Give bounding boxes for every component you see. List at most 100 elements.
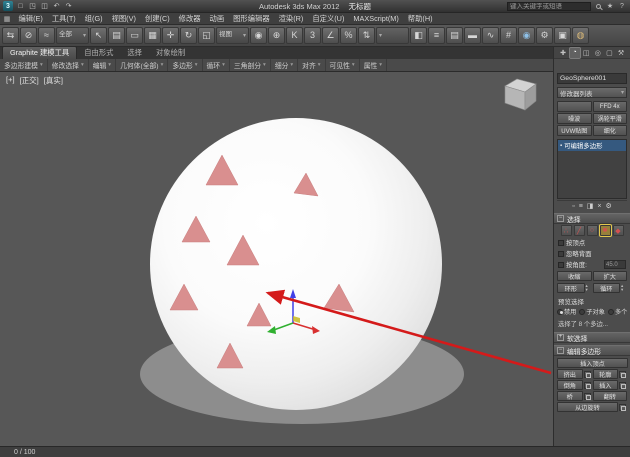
- select-and-manipulate-icon[interactable]: ⊕: [268, 27, 285, 44]
- vertex-subobject-icon[interactable]: ∴: [561, 225, 572, 236]
- render-setup-icon[interactable]: ⚙: [536, 27, 553, 44]
- viewport-general-menu[interactable]: [+]: [6, 75, 15, 86]
- motion-tab-icon[interactable]: ◎: [593, 48, 603, 58]
- unlink-selection-icon[interactable]: ⊘: [20, 27, 37, 44]
- ribbon-panel-title[interactable]: 修改选择: [48, 59, 89, 71]
- polygon-subobject-icon[interactable]: ■: [600, 225, 611, 236]
- snap-toggle-3d-icon[interactable]: 3: [304, 27, 321, 44]
- ring-spinner[interactable]: ▴▾: [586, 284, 592, 292]
- select-by-name-icon[interactable]: ▤: [108, 27, 125, 44]
- modifier-button-uvw-map[interactable]: UVW贴图: [557, 125, 592, 136]
- angle-value-field[interactable]: 45.0: [604, 260, 626, 269]
- material-editor-icon[interactable]: ◉: [518, 27, 535, 44]
- hinge-from-edge-button[interactable]: 从边旋转: [557, 402, 618, 412]
- pin-stack-icon[interactable]: ▫: [572, 203, 574, 210]
- inset-button[interactable]: 插入: [593, 380, 619, 390]
- rendered-frame-window-icon[interactable]: ▣: [554, 27, 571, 44]
- menu-item[interactable]: 图形编辑器: [229, 13, 274, 24]
- make-unique-icon[interactable]: ◨: [587, 203, 594, 210]
- layer-manager-icon[interactable]: ▤: [446, 27, 463, 44]
- by-angle-checkbox[interactable]: 按角度:: [554, 259, 591, 270]
- menu-item[interactable]: 组(G): [80, 13, 107, 24]
- modifier-button-ffd4x[interactable]: FFD 4x: [593, 101, 628, 112]
- ribbon-tab[interactable]: 对象绘制: [149, 47, 192, 59]
- select-object-icon[interactable]: ↖: [90, 27, 107, 44]
- stack-item-editable-poly[interactable]: ▪ 可编辑多边形: [558, 140, 626, 151]
- element-subobject-icon[interactable]: ◆: [613, 225, 624, 236]
- favorites-star-icon[interactable]: ★: [605, 1, 615, 11]
- curve-editor-icon[interactable]: ∿: [482, 27, 499, 44]
- keyboard-shortcut-override-icon[interactable]: K: [286, 27, 303, 44]
- schematic-view-icon[interactable]: #: [500, 27, 517, 44]
- modifier-button-noise[interactable]: 噪波: [557, 113, 592, 124]
- inset-settings-icon[interactable]: [619, 382, 626, 389]
- border-subobject-icon[interactable]: ○: [587, 225, 598, 236]
- angle-snap-icon[interactable]: ∠: [322, 27, 339, 44]
- extrude-settings-icon[interactable]: [584, 371, 591, 378]
- edge-subobject-icon[interactable]: ╱: [574, 225, 585, 236]
- search-input[interactable]: [507, 2, 591, 11]
- remove-modifier-icon[interactable]: ×: [597, 203, 601, 210]
- select-and-move-icon[interactable]: ✛: [162, 27, 179, 44]
- ribbon-panel-title[interactable]: 对齐: [298, 59, 325, 71]
- outline-settings-icon[interactable]: [619, 371, 626, 378]
- ribbon-panel-title[interactable]: 可见性: [326, 59, 360, 71]
- preview-disable-radio[interactable]: 禁用: [557, 307, 576, 316]
- ribbon-tab[interactable]: 自由形式: [77, 47, 120, 59]
- hinge-settings-icon[interactable]: [619, 404, 626, 411]
- ribbon-panel-title[interactable]: 三角剖分: [230, 59, 271, 71]
- shrink-button[interactable]: 收缩: [557, 271, 592, 281]
- extrude-button[interactable]: 挤出: [557, 369, 583, 379]
- search-icon[interactable]: [593, 1, 603, 11]
- open-file-icon[interactable]: ◳: [27, 1, 38, 12]
- undo-icon[interactable]: ↶: [51, 1, 62, 12]
- redo-icon[interactable]: ↷: [63, 1, 74, 12]
- grow-button[interactable]: 扩大: [593, 271, 628, 281]
- viewport[interactable]: [+] [正交] [真实]: [0, 72, 553, 446]
- bind-to-space-warp-icon[interactable]: ≈: [38, 27, 55, 44]
- ribbon-panel-title[interactable]: 编辑: [89, 59, 116, 71]
- select-and-scale-icon[interactable]: ◱: [198, 27, 215, 44]
- select-and-link-icon[interactable]: ⇆: [2, 27, 19, 44]
- mirror-icon[interactable]: ◧: [410, 27, 427, 44]
- align-icon[interactable]: ≡: [428, 27, 445, 44]
- viewcube-icon[interactable]: [505, 79, 536, 110]
- flip-button[interactable]: 翻转: [593, 391, 628, 401]
- ribbon-panel-title[interactable]: 属性: [360, 59, 387, 71]
- ribbon-panel-title[interactable]: 多边形: [168, 59, 202, 71]
- loop-button[interactable]: 循环: [593, 283, 621, 293]
- display-tab-icon[interactable]: ▢: [604, 48, 614, 58]
- spinner-snap-icon[interactable]: ⇅: [358, 27, 375, 44]
- rollout-selection-header[interactable]: − 选择: [554, 213, 630, 224]
- menu-item[interactable]: 帮助(H): [403, 13, 437, 24]
- menu-item[interactable]: 视图(V): [107, 13, 140, 24]
- ribbon-panel-title[interactable]: 几何体(全部): [116, 59, 168, 71]
- modifier-button-tessellate[interactable]: 细化: [593, 125, 628, 136]
- ignore-backfacing-checkbox[interactable]: 忽略背面: [554, 248, 630, 259]
- hierarchy-tab-icon[interactable]: ◫: [581, 48, 591, 58]
- bevel-button[interactable]: 倒角: [557, 380, 583, 390]
- bevel-settings-icon[interactable]: [584, 382, 591, 389]
- selection-filter-dropdown[interactable]: 全部: [56, 27, 89, 44]
- utilities-tab-icon[interactable]: ⚒: [616, 48, 626, 58]
- insert-vertex-button[interactable]: 插入顶点: [557, 358, 628, 368]
- configure-modifier-sets-icon[interactable]: ⚙: [606, 203, 612, 210]
- menu-item[interactable]: 创建(C): [140, 13, 174, 24]
- outline-button[interactable]: 轮廓: [593, 369, 619, 379]
- graphite-ribbon-toggle-icon[interactable]: ▬: [464, 27, 481, 44]
- show-end-result-icon[interactable]: ≡: [579, 203, 583, 210]
- use-pivot-point-icon[interactable]: ◉: [250, 27, 267, 44]
- named-selection-sets-dropdown[interactable]: [376, 27, 409, 44]
- percent-snap-icon[interactable]: %: [340, 27, 357, 44]
- bridge-settings-icon[interactable]: [584, 393, 591, 400]
- menu-item[interactable]: 自定义(U): [308, 13, 349, 24]
- ribbon-panel-title[interactable]: 多边形建模: [0, 59, 48, 71]
- modifier-button-blank[interactable]: [557, 101, 592, 112]
- preview-subobject-radio[interactable]: 子对象: [579, 307, 605, 316]
- workspace-icon[interactable]: ▦: [0, 15, 14, 23]
- ribbon-panel-title[interactable]: 细分: [271, 59, 298, 71]
- application-menu-button[interactable]: 3: [3, 1, 13, 11]
- menu-item[interactable]: 编辑(E): [14, 13, 47, 24]
- rollout-edit-polygons-header[interactable]: − 编辑多边形: [554, 345, 630, 356]
- ribbon-tab[interactable]: 选择: [120, 47, 149, 59]
